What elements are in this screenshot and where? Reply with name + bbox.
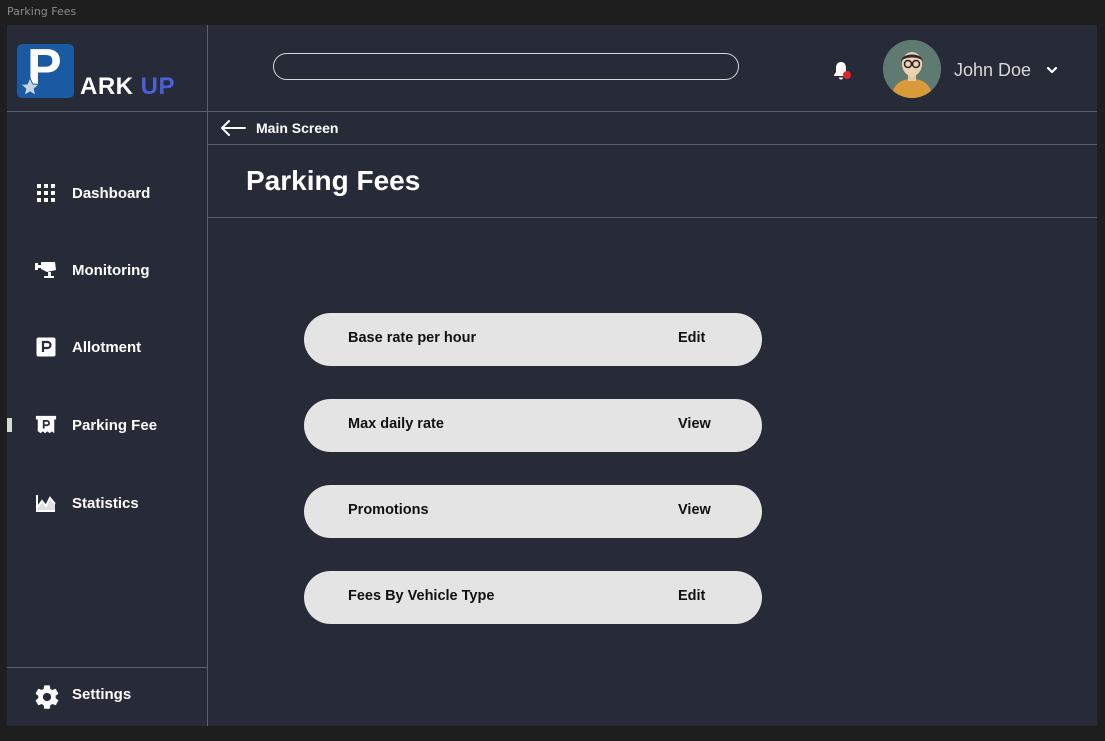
gear-icon: [33, 683, 61, 711]
avatar[interactable]: [883, 40, 941, 98]
sidebar-item-label: Allotment: [72, 338, 142, 356]
parking-sign-icon: [35, 336, 57, 358]
active-indicator: [7, 418, 12, 432]
chart-icon: [35, 492, 57, 514]
title-divider: [207, 217, 1097, 218]
sidebar-item-parking-fee[interactable]: Parking Fee: [7, 405, 207, 445]
settings-label: Settings: [72, 686, 132, 703]
window-title: Parking Fees: [7, 5, 77, 18]
breadcrumb-divider: [207, 144, 1097, 145]
sidebar-item-dashboard[interactable]: Dashboard: [7, 173, 207, 213]
star-icon: [19, 76, 41, 97]
chevron-down-icon[interactable]: [1045, 63, 1059, 77]
logo-badge: P: [17, 40, 74, 98]
header-divider: [207, 111, 1097, 112]
logo-text-accent: UP: [140, 73, 176, 100]
fee-label: Base rate per hour: [348, 330, 477, 346]
edit-button[interactable]: Edit: [678, 330, 705, 346]
fee-row-promotions: Promotions View: [304, 485, 762, 538]
sidebar-item-monitoring[interactable]: Monitoring: [7, 250, 207, 290]
sidebar-item-label: Parking Fee: [72, 416, 158, 434]
back-label: Main Screen: [256, 120, 339, 136]
sidebar-item-settings[interactable]: Settings: [7, 667, 207, 727]
view-button[interactable]: View: [678, 502, 711, 518]
fee-row-base-rate: Base rate per hour Edit: [304, 313, 762, 366]
edit-button[interactable]: Edit: [678, 588, 705, 604]
sidebar-item-label: Dashboard: [72, 184, 151, 202]
notification-dot: [843, 71, 851, 79]
sidebar-item-allotment[interactable]: Allotment: [7, 327, 207, 367]
app-window: P ARK UP Dashboard Monitoring Allotment …: [7, 25, 1097, 726]
arrow-left-icon: [221, 120, 246, 136]
logo[interactable]: P ARK UP: [7, 25, 207, 112]
notification-bell-icon[interactable]: [831, 60, 853, 82]
logo-text: ARK UP: [80, 73, 175, 101]
fee-row-vehicle-type: Fees By Vehicle Type Edit: [304, 571, 762, 624]
back-button[interactable]: Main Screen: [219, 117, 338, 139]
fee-label: Promotions: [348, 502, 429, 518]
sidebar-item-label: Statistics: [72, 494, 139, 512]
camera-icon: [35, 259, 57, 281]
logo-text-main: ARK: [80, 73, 134, 100]
grid-icon: [35, 182, 57, 204]
search-input[interactable]: [273, 53, 739, 80]
view-button[interactable]: View: [678, 416, 711, 432]
sidebar: P ARK UP Dashboard Monitoring Allotment …: [7, 25, 208, 726]
sidebar-item-statistics[interactable]: Statistics: [7, 483, 207, 523]
page-title: Parking Fees: [246, 165, 421, 196]
parking-ticket-icon: [35, 414, 57, 436]
fee-label: Max daily rate: [348, 416, 444, 432]
sidebar-item-label: Monitoring: [72, 261, 150, 279]
user-name[interactable]: John Doe: [954, 60, 1031, 81]
fee-label: Fees By Vehicle Type: [348, 588, 495, 604]
fee-row-max-daily-rate: Max daily rate View: [304, 399, 762, 452]
